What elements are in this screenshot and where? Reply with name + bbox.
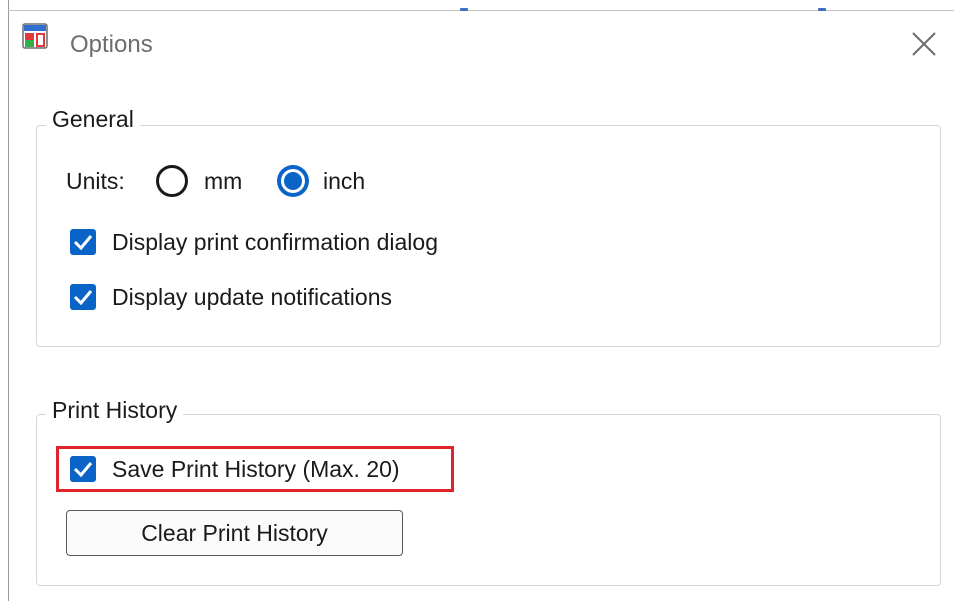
window-frame-left (8, 0, 9, 601)
print-confirmation-checkbox[interactable] (70, 229, 96, 255)
options-dialog: Options General Units: mm inch Display p… (0, 0, 954, 601)
units-mm-radio[interactable] (156, 165, 188, 197)
print-confirmation-label[interactable]: Display print confirmation dialog (112, 227, 438, 257)
close-icon (912, 32, 936, 56)
clear-print-history-button[interactable]: Clear Print History (66, 510, 403, 556)
background-accent (460, 8, 468, 11)
save-print-history-label[interactable]: Save Print History (Max. 20) (112, 454, 400, 484)
update-notifications-label[interactable]: Display update notifications (112, 282, 392, 312)
print-history-group-title: Print History (46, 395, 184, 425)
close-button[interactable] (906, 26, 942, 62)
units-inch-radio[interactable] (277, 165, 309, 197)
units-label: Units: (66, 168, 125, 194)
app-logo-icon (22, 23, 48, 49)
units-inch-label[interactable]: inch (323, 166, 365, 196)
save-print-history-checkbox[interactable] (70, 456, 96, 482)
print-history-groupbox (36, 414, 941, 586)
update-notifications-checkbox[interactable] (70, 284, 96, 310)
units-mm-label[interactable]: mm (204, 166, 242, 196)
window-frame-top (8, 10, 954, 11)
checkmark-icon (73, 290, 93, 306)
background-accent (818, 8, 826, 11)
checkmark-icon (73, 235, 93, 251)
window-title: Options (70, 31, 153, 58)
general-group-title: General (46, 104, 140, 134)
checkmark-icon (73, 462, 93, 478)
